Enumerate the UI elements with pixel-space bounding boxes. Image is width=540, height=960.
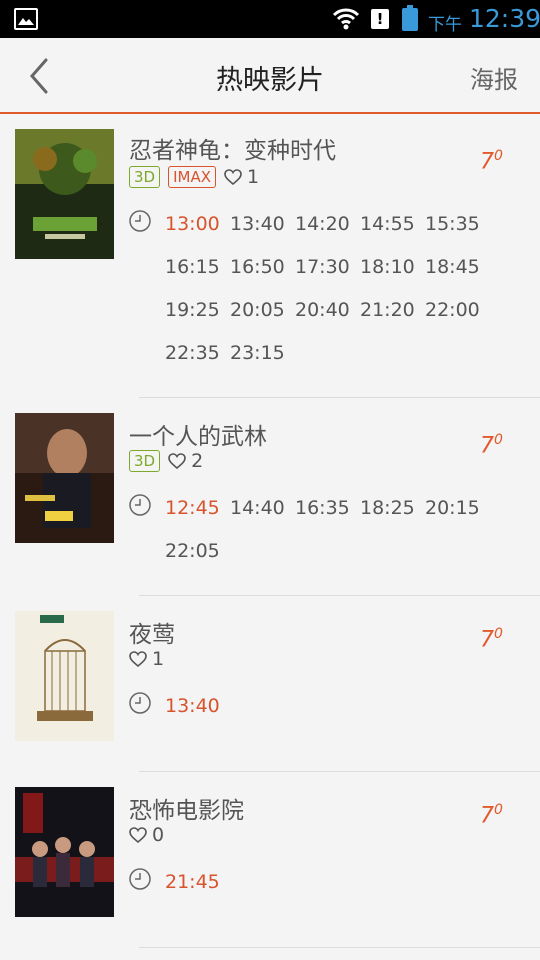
clock-icon [129,494,151,516]
showtime[interactable]: 14:20 [295,213,350,235]
showtime[interactable]: 22:05 [165,540,220,562]
clock-icon [129,692,151,714]
heart-icon [129,826,147,843]
alert-icon: ! [371,9,389,29]
like-count[interactable]: 1 [224,166,259,188]
like-count[interactable]: 1 [129,648,164,670]
movie-poster [15,413,114,543]
showtime[interactable]: 19:25 [165,299,220,321]
movie-tags: 1 [129,647,164,671]
showtime[interactable]: 16:35 [295,497,350,519]
movie-rating: 70 [480,432,503,459]
movie-item[interactable]: 夜莺 70 1 13:40 [0,596,540,772]
movie-rating: 70 [480,626,503,653]
tag-3d: 3D [129,450,161,472]
showtime[interactable]: 16:50 [230,256,285,278]
poster-button[interactable]: 海报 [470,60,518,95]
showtime[interactable]: 21:20 [360,299,415,321]
movie-title: 恐怖电影院 [129,798,244,824]
showtime[interactable]: 20:40 [295,299,350,321]
showtime[interactable]: 20:15 [425,497,480,519]
wifi-icon [332,8,360,30]
movie-tags: 3D 2 [129,449,203,473]
movie-item[interactable]: 一个人的武林 70 3D 2 12:45 14:40 16:35 18:25 2… [0,398,540,596]
movie-tags: 3D IMAX 1 [129,165,259,189]
showtime[interactable]: 14:40 [230,497,285,519]
movie-tags: 0 [129,823,164,847]
status-bar: ! 下午 12:39 [0,0,540,38]
showtime[interactable]: 15:35 [425,213,480,235]
clock-time: 12:39 [469,4,540,33]
battery-icon [402,5,418,31]
clock-icon [129,868,151,890]
showtime[interactable]: 23:15 [230,342,285,364]
movie-rating: 70 [480,148,503,175]
showtime[interactable]: 13:00 [165,213,220,235]
showtime[interactable]: 12:45 [165,497,220,519]
tag-3d: 3D [129,166,161,188]
showtime[interactable]: 18:45 [425,256,480,278]
movie-title: 夜莺 [129,622,175,648]
heart-icon [224,168,242,185]
divider [139,947,540,948]
showtime[interactable]: 22:00 [425,299,480,321]
movie-poster [15,787,114,917]
movie-poster [15,129,114,259]
tag-imax: IMAX [168,166,216,188]
like-count[interactable]: 0 [129,824,164,846]
showtime[interactable]: 20:05 [230,299,285,321]
page-title: 热映影片 [216,65,324,96]
showtime[interactable]: 13:40 [165,695,220,717]
app-header: 热映影片 海报 [0,38,540,114]
gallery-notification-icon [14,8,38,30]
movie-item[interactable]: 忍者神龟：变种时代 70 3D IMAX 1 13:00 13:40 14:20… [0,114,540,398]
showtime[interactable]: 17:30 [295,256,350,278]
showtime[interactable]: 21:45 [165,871,220,893]
movie-title: 一个人的武林 [129,424,267,450]
movie-rating: 70 [480,802,503,829]
time-period: 下午 [428,15,462,35]
showtime[interactable]: 14:55 [360,213,415,235]
heart-icon [168,452,186,469]
showtime[interactable]: 16:15 [165,256,220,278]
like-count[interactable]: 2 [168,450,203,472]
heart-icon [129,650,147,667]
movie-item[interactable]: 恐怖电影院 70 0 21:45 [0,772,540,948]
clock-icon [129,210,151,232]
movie-title: 忍者神龟：变种时代 [129,138,336,164]
showtime[interactable]: 22:35 [165,342,220,364]
showtime[interactable]: 13:40 [230,213,285,235]
showtime[interactable]: 18:25 [360,497,415,519]
showtime[interactable]: 18:10 [360,256,415,278]
movie-poster [15,611,114,741]
